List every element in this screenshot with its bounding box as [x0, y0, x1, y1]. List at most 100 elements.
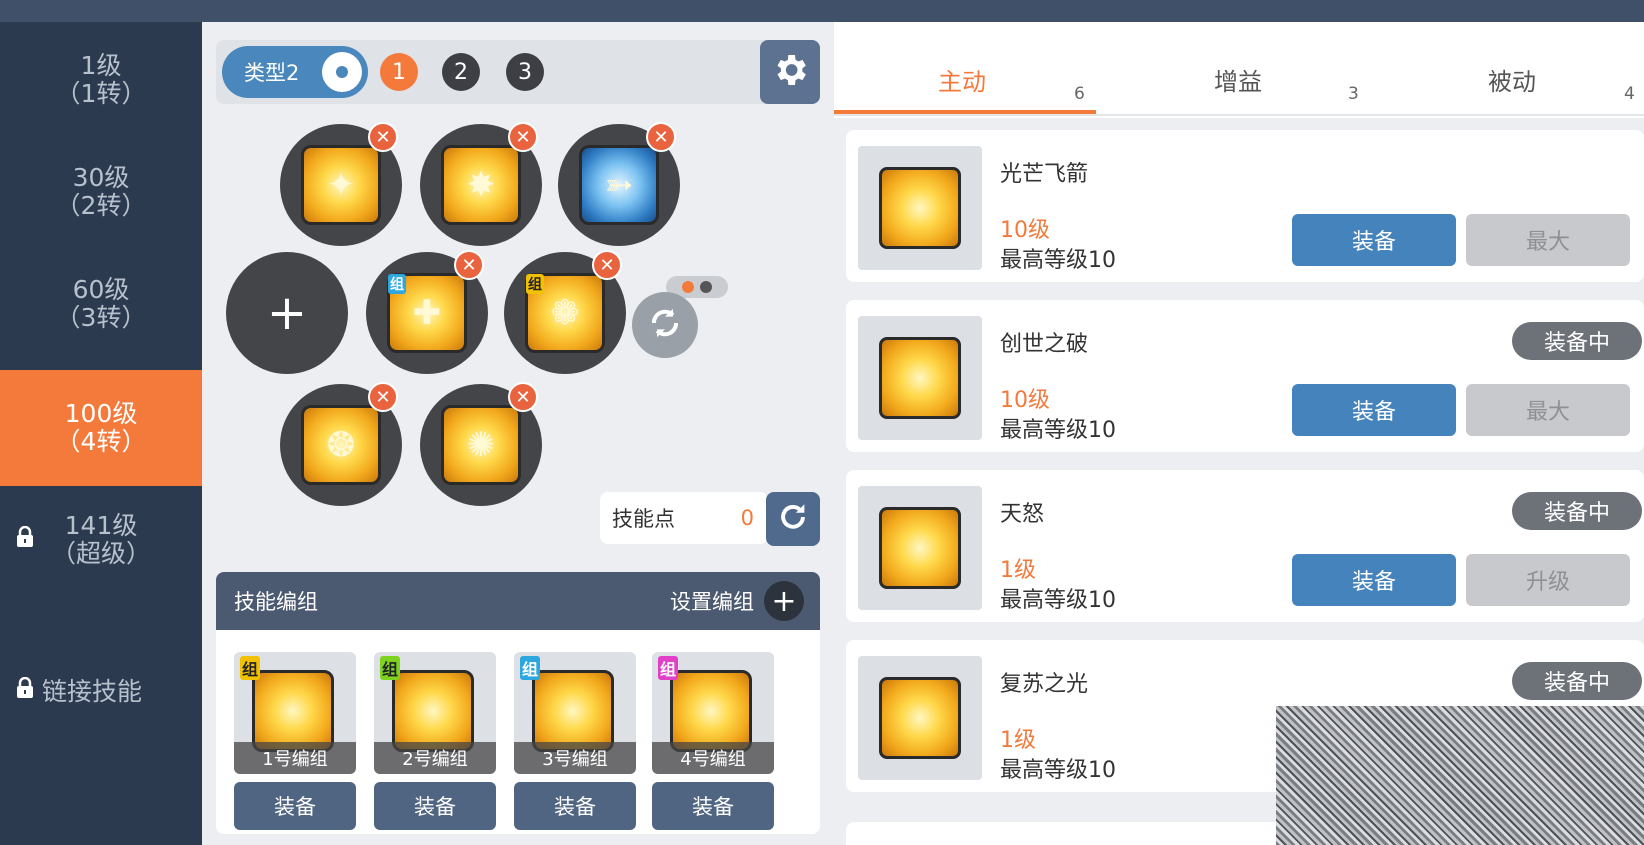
group-tag: 组: [388, 274, 406, 294]
page-button-2[interactable]: 2: [442, 53, 480, 91]
skill-level: 1级: [1000, 728, 1036, 753]
skill-row: 天怒 装备中 1级 最高等级10 装备 升级: [846, 470, 1644, 622]
skill-slot[interactable]: ❂ ✕: [280, 382, 402, 506]
sidebar-item-level-100[interactable]: 100级 （4转）: [0, 370, 202, 486]
skill-slot[interactable]: ✺ ✕: [420, 382, 542, 506]
equip-button[interactable]: 装备: [1292, 384, 1456, 436]
skill-slot[interactable]: ❁ 组 ✕: [504, 250, 626, 374]
group-tag: 组: [658, 656, 679, 680]
swap-button[interactable]: [632, 292, 698, 358]
skill-name: 创世之破: [1000, 332, 1089, 357]
lock-icon: [16, 525, 34, 554]
skill-slot[interactable]: ✚ 组 ✕: [366, 250, 488, 374]
max-button[interactable]: 最大: [1466, 214, 1630, 266]
group-card-1[interactable]: 组 1号编组: [234, 652, 356, 774]
remove-slot-button[interactable]: ✕: [508, 382, 538, 412]
group-caption: 3号编组: [514, 742, 636, 774]
skill-goddess-icon: [879, 507, 961, 589]
tab-underline: [834, 110, 1096, 114]
refresh-icon: [646, 304, 684, 346]
slot-toolbar: 类型2 1 2 3: [216, 40, 820, 104]
skill-max-level: 最高等级10: [1000, 758, 1116, 783]
skill-group-panel: 技能编组 设置编组 + 组 1号编组 装备 组 2号编组 装备 组 3号编组 装…: [216, 572, 820, 834]
upgrade-button[interactable]: 升级: [1466, 554, 1630, 606]
toggle-knob-icon: [322, 52, 362, 92]
skill-level: 1级: [1000, 558, 1036, 583]
skill-slot[interactable]: ✦ ✕: [280, 122, 402, 246]
skill-lotus-icon: [670, 670, 752, 752]
skill-points-value: 0: [740, 506, 754, 530]
group-tag: 组: [520, 656, 541, 680]
skill-wings-icon: ❂: [301, 405, 381, 485]
reset-skill-points-button[interactable]: [766, 492, 820, 546]
tab-buff[interactable]: 增益: [1214, 62, 1262, 97]
skill-lotus-icon: [252, 670, 334, 752]
sidebar-item-level-60[interactable]: 60级 （3转）: [0, 246, 202, 362]
sidebar-item-level-1[interactable]: 1级 （1转）: [0, 22, 202, 138]
sidebar: 1级 （1转） 30级 （2转） 60级 （3转） 100级 （4转） 141级…: [0, 22, 202, 845]
type-toggle[interactable]: 类型2: [222, 46, 368, 98]
page-button-1[interactable]: 1: [380, 53, 418, 91]
group-tag: 组: [240, 656, 261, 680]
sidebar-item-sublabel: （3转）: [55, 303, 147, 332]
group-card-4[interactable]: 组 4号编组: [652, 652, 774, 774]
sidebar-item-label: 100级: [64, 399, 138, 428]
sidebar-item-level-30[interactable]: 30级 （2转）: [0, 134, 202, 250]
remove-slot-button[interactable]: ✕: [368, 382, 398, 412]
skill-slot[interactable]: ➳ ✕: [558, 122, 680, 246]
remove-slot-button[interactable]: ✕: [646, 122, 676, 152]
pixelated-overlay: [1276, 706, 1644, 845]
tab-passive[interactable]: 被动: [1488, 62, 1536, 97]
skill-group-header: 技能编组 设置编组 +: [216, 572, 820, 630]
sidebar-item-sublabel: （4转）: [55, 427, 147, 456]
group-card-2[interactable]: 组 2号编组: [374, 652, 496, 774]
sidebar-item-label: 链接技能: [42, 677, 143, 706]
add-group-button[interactable]: +: [764, 581, 804, 621]
equipped-badge: 装备中: [1512, 662, 1642, 700]
skill-spirit-icon: ✺: [441, 405, 521, 485]
remove-slot-button[interactable]: ✕: [508, 122, 538, 152]
top-bar: [0, 0, 1644, 22]
add-slot-button[interactable]: +: [226, 252, 348, 374]
skill-name: 光芒飞箭: [1000, 162, 1089, 187]
skill-points-label: 技能点: [612, 507, 675, 531]
skill-icon-box: [858, 486, 982, 610]
settings-button[interactable]: [760, 40, 820, 104]
equip-group-button[interactable]: 装备: [374, 782, 496, 830]
tab-count: 6: [1074, 84, 1085, 104]
page-button-3[interactable]: 3: [506, 53, 544, 91]
remove-slot-button[interactable]: ✕: [592, 250, 622, 280]
skill-goddess-icon: [879, 677, 961, 759]
skill-group-title: 技能编组: [234, 590, 318, 614]
skill-points-box: 技能点 0: [600, 492, 768, 544]
sidebar-item-sublabel: （1转）: [55, 79, 147, 108]
sidebar-item-label: 141级: [64, 511, 138, 540]
equip-button[interactable]: 装备: [1292, 214, 1456, 266]
gear-icon: [770, 50, 810, 94]
sidebar-item-link-skills[interactable]: 链接技能: [16, 672, 142, 708]
sidebar-item-sublabel: （2转）: [55, 191, 147, 220]
equipped-badge: 装备中: [1512, 322, 1642, 360]
skill-slot[interactable]: ✸ ✕: [420, 122, 542, 246]
max-button[interactable]: 最大: [1466, 384, 1630, 436]
skill-icon-box: [858, 656, 982, 780]
equip-group-button[interactable]: 装备: [652, 782, 774, 830]
sidebar-item-level-141[interactable]: 141级 （超级）: [0, 482, 202, 598]
set-group-label[interactable]: 设置编组: [670, 586, 754, 616]
equip-group-button[interactable]: 装备: [234, 782, 356, 830]
group-card-3[interactable]: 组 3号编组: [514, 652, 636, 774]
plus-icon: +: [266, 285, 308, 341]
sidebar-item-sublabel: （超级）: [50, 539, 151, 568]
equip-group-button[interactable]: 装备: [514, 782, 636, 830]
tab-active[interactable]: 主动: [938, 62, 986, 97]
equip-button[interactable]: 装备: [1292, 554, 1456, 606]
equipped-badge: 装备中: [1512, 492, 1642, 530]
group-caption: 2号编组: [374, 742, 496, 774]
remove-slot-button[interactable]: ✕: [454, 250, 484, 280]
remove-slot-button[interactable]: ✕: [368, 122, 398, 152]
group-tag: 组: [526, 274, 544, 294]
skill-tabs: 主动 6 增益 3 被动 4: [834, 22, 1644, 118]
sidebar-item-label: 60级: [72, 275, 130, 304]
skill-level: 10级: [1000, 218, 1050, 243]
group-caption: 1号编组: [234, 742, 356, 774]
